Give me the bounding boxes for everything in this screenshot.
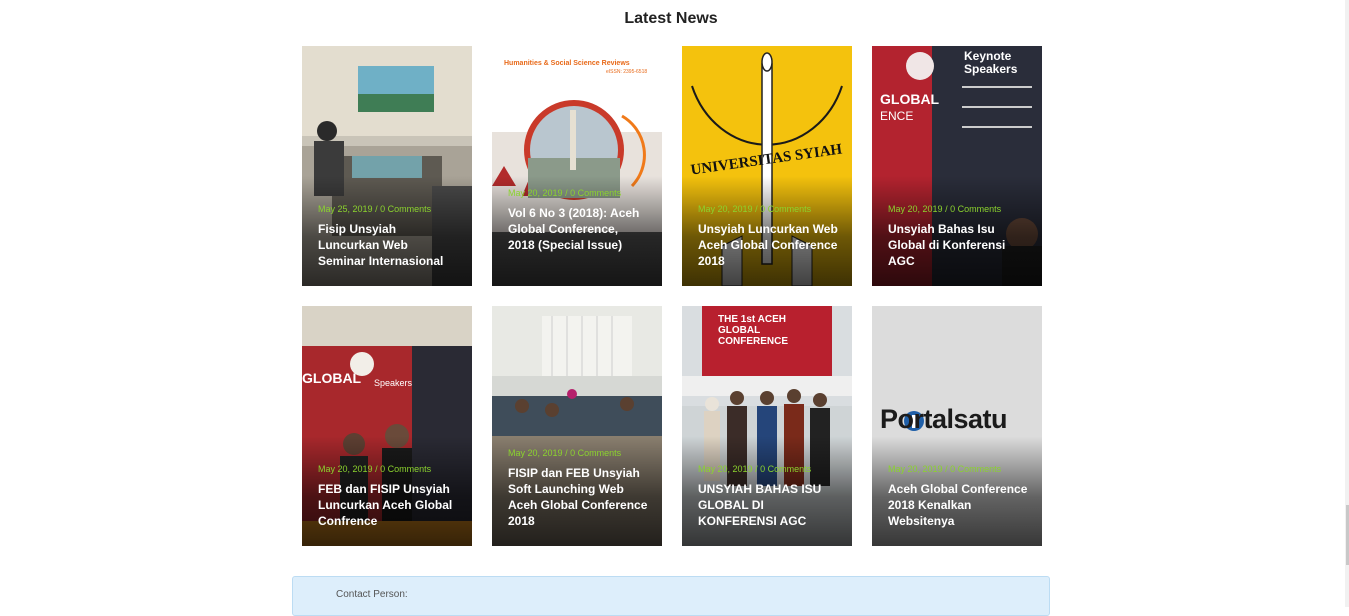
card-meta: May 20, 2019 / 0 Comments: [508, 448, 622, 458]
card-comments[interactable]: 0 Comments: [760, 204, 811, 214]
news-card[interactable]: Humanities & Social Science Reviews eISS…: [492, 46, 662, 286]
card-date[interactable]: May 20, 2019: [318, 464, 373, 474]
card-title[interactable]: UNSYIAH BAHAS ISU GLOBAL DI KONFERENSI A…: [698, 481, 838, 529]
card-meta: May 20, 2019 / 0 Comments: [318, 464, 432, 474]
card-date[interactable]: May 20, 2019: [508, 188, 563, 198]
card-comments[interactable]: 0 Comments: [380, 204, 431, 214]
news-card[interactable]: May 25, 2019 / 0 Comments Fisip Unsyiah …: [302, 46, 472, 286]
card-title[interactable]: Fisip Unsyiah Luncurkan Web Seminar Inte…: [318, 221, 458, 269]
svg-text:Speakers: Speakers: [374, 378, 413, 388]
card-meta: May 20, 2019 / 0 Comments: [888, 464, 1002, 474]
card-meta: May 20, 2019 / 0 Comments: [508, 188, 622, 198]
card-title[interactable]: FEB dan FISIP Unsyiah Luncurkan Aceh Glo…: [318, 481, 458, 529]
cover-header-text: Humanities & Social Science Reviews: [504, 60, 630, 67]
card-comments[interactable]: 0 Comments: [570, 448, 621, 458]
page-scrollbar[interactable]: [1345, 0, 1349, 607]
banner-text: Keynote Speakers: [964, 49, 1018, 76]
news-card[interactable]: May 20, 2019 / 0 Comments FISIP dan FEB …: [492, 306, 662, 546]
card-title[interactable]: Aceh Global Conference 2018 Kenalkan Web…: [888, 481, 1028, 529]
card-date[interactable]: May 25, 2019: [318, 204, 373, 214]
contact-box: Contact Person:: [292, 576, 1050, 616]
card-comments[interactable]: 0 Comments: [380, 464, 431, 474]
news-card[interactable]: THE 1st ACEH GLOBAL CONFERENCE May 20, 2…: [682, 306, 852, 546]
svg-text:ENCE: ENCE: [880, 109, 913, 123]
news-grid: May 25, 2019 / 0 Comments Fisip Unsyiah …: [302, 46, 1042, 546]
svg-text:GLOBAL: GLOBAL: [880, 91, 940, 107]
card-date[interactable]: May 20, 2019: [888, 204, 943, 214]
card-comments[interactable]: 0 Comments: [950, 204, 1001, 214]
banner-text: THE 1st ACEH GLOBAL CONFERENCE: [718, 314, 789, 347]
section-title: Latest News: [624, 10, 718, 27]
news-card[interactable]: Portalsatu May 20, 2019 / 0 Comments Ace…: [872, 306, 1042, 546]
cover-issn-text: eISSN: 2395-6518: [606, 69, 648, 75]
card-comments[interactable]: 0 Comments: [760, 464, 811, 474]
news-card[interactable]: UNIVERSITAS SYIAH May 20, 2019 / 0 Comme…: [682, 46, 852, 286]
card-title[interactable]: FISIP dan FEB Unsyiah Soft Launching Web…: [508, 465, 648, 529]
card-meta: May 20, 2019 / 0 Comments: [888, 204, 1002, 214]
card-date[interactable]: May 20, 2019: [888, 464, 943, 474]
banner-text: GLOBAL: [302, 370, 362, 386]
contact-label: Contact Person:: [336, 589, 408, 600]
card-title[interactable]: Vol 6 No 3 (2018): Aceh Global Conferenc…: [508, 205, 648, 253]
card-comments[interactable]: 0 Comments: [570, 188, 621, 198]
card-title[interactable]: Unsyiah Luncurkan Web Aceh Global Confer…: [698, 221, 838, 269]
card-comments[interactable]: 0 Comments: [950, 464, 1001, 474]
portal-logo-text: Portalsatu: [880, 404, 1008, 434]
card-meta: May 25, 2019 / 0 Comments: [318, 204, 432, 214]
card-meta: May 20, 2019 / 0 Comments: [698, 464, 812, 474]
news-card[interactable]: GLOBAL ENCE Keynote Speakers May 20, 201…: [872, 46, 1042, 286]
card-date[interactable]: May 20, 2019: [698, 464, 753, 474]
card-date[interactable]: May 20, 2019: [508, 448, 563, 458]
card-meta: May 20, 2019 / 0 Comments: [698, 204, 812, 214]
card-date[interactable]: May 20, 2019: [698, 204, 753, 214]
card-title[interactable]: Unsyiah Bahas Isu Global di Konferensi A…: [888, 221, 1028, 269]
news-card[interactable]: Speakers GLOBAL May 20, 2019 / 0 Comment…: [302, 306, 472, 546]
